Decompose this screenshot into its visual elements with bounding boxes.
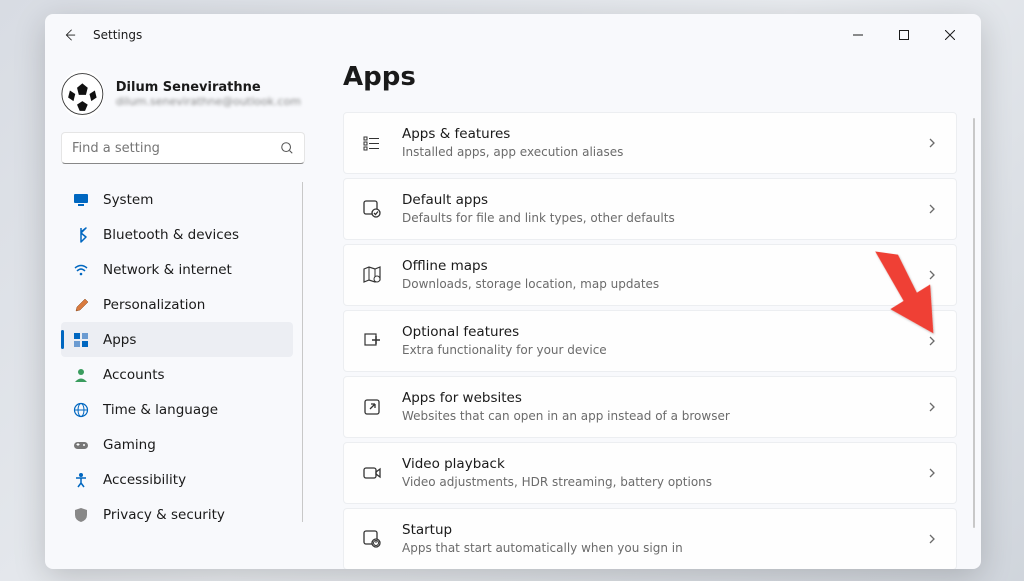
avatar-soccer-icon (61, 70, 104, 118)
settings-card-apps-for-websites[interactable]: Apps for websitesWebsites that can open … (343, 376, 957, 438)
globe-icon (73, 402, 89, 418)
settings-card-startup[interactable]: StartupApps that start automatically whe… (343, 508, 957, 569)
minimize-button[interactable] (835, 19, 881, 51)
default-app-icon (362, 199, 382, 219)
sidebar-item-label: Gaming (103, 437, 156, 453)
sidebar-item-bluetooth-devices[interactable]: Bluetooth & devices (61, 217, 293, 252)
search-box[interactable] (61, 132, 305, 164)
sidebar-item-system[interactable]: System (61, 182, 293, 217)
map-icon (362, 265, 382, 285)
settings-cards-list: Apps & featuresInstalled apps, app execu… (343, 112, 957, 569)
maximize-icon (899, 30, 909, 40)
chevron-right-icon (926, 266, 938, 285)
chevron-right-icon (926, 200, 938, 219)
accessibility-icon (73, 472, 89, 488)
card-title: Startup (402, 521, 906, 540)
wifi-icon (73, 262, 89, 278)
sidebar-item-label: Apps (103, 332, 136, 348)
minimize-icon (853, 30, 863, 40)
close-icon (945, 30, 955, 40)
sidebar-item-accessibility[interactable]: Accessibility (61, 462, 293, 497)
video-icon (362, 463, 382, 483)
profile-name: Dilum Senevirathne (116, 80, 301, 95)
sidebar-item-label: System (103, 192, 153, 208)
card-subtitle: Installed apps, app execution aliases (402, 144, 906, 161)
window-controls (835, 19, 973, 51)
sidebar-item-privacy-security[interactable]: Privacy & security (61, 497, 293, 532)
sidebar-item-time-language[interactable]: Time & language (61, 392, 293, 427)
sidebar: Dilum Senevirathne dilum.senevirathne@ou… (45, 56, 317, 569)
close-button[interactable] (927, 19, 973, 51)
sidebar-item-label: Bluetooth & devices (103, 227, 239, 243)
sidebar-item-accounts[interactable]: Accounts (61, 357, 293, 392)
person-icon (73, 367, 89, 383)
back-button[interactable] (53, 19, 85, 51)
sidebar-item-label: Accounts (103, 367, 165, 383)
sidebar-item-label: Network & internet (103, 262, 232, 278)
avatar (61, 70, 104, 118)
sidebar-scrollbar[interactable] (302, 182, 303, 522)
settings-card-video-playback[interactable]: Video playbackVideo adjustments, HDR str… (343, 442, 957, 504)
search-icon (280, 141, 294, 155)
card-subtitle: Defaults for file and link types, other … (402, 210, 906, 227)
settings-card-offline-maps[interactable]: Offline mapsDownloads, storage location,… (343, 244, 957, 306)
titlebar: Settings (45, 14, 981, 56)
main-scrollbar[interactable] (973, 118, 975, 528)
chevron-right-icon (926, 464, 938, 483)
card-subtitle: Websites that can open in an app instead… (402, 408, 906, 425)
profile-email: dilum.senevirathne@outlook.com (116, 95, 301, 108)
card-title: Offline maps (402, 257, 906, 276)
card-subtitle: Downloads, storage location, map updates (402, 276, 906, 293)
sidebar-item-label: Privacy & security (103, 507, 225, 523)
settings-card-default-apps[interactable]: Default appsDefaults for file and link t… (343, 178, 957, 240)
chevron-right-icon (926, 332, 938, 351)
brush-icon (73, 297, 89, 313)
monitor-icon (73, 192, 89, 208)
sidebar-item-apps[interactable]: Apps (61, 322, 293, 357)
chevron-right-icon (926, 134, 938, 153)
card-subtitle: Video adjustments, HDR streaming, batter… (402, 474, 906, 491)
card-title: Optional features (402, 323, 906, 342)
card-title: Default apps (402, 191, 906, 210)
chevron-right-icon (926, 530, 938, 549)
page-title: Apps (343, 62, 957, 92)
shield-icon (73, 507, 89, 523)
card-subtitle: Extra functionality for your device (402, 342, 906, 359)
main-content: Apps Apps & featuresInstalled apps, app … (317, 56, 981, 569)
settings-window: Settings Dilum Senevirathn (45, 14, 981, 569)
settings-card-optional-features[interactable]: Optional featuresExtra functionality for… (343, 310, 957, 372)
list-icon (362, 133, 382, 153)
sidebar-item-label: Personalization (103, 297, 205, 313)
window-title: Settings (93, 28, 142, 42)
plus-tile-icon (362, 331, 382, 351)
card-title: Apps for websites (402, 389, 906, 408)
sidebar-item-network-internet[interactable]: Network & internet (61, 252, 293, 287)
maximize-button[interactable] (881, 19, 927, 51)
search-input[interactable] (72, 141, 280, 156)
card-subtitle: Apps that start automatically when you s… (402, 540, 906, 557)
apps-icon (73, 332, 89, 348)
card-title: Video playback (402, 455, 906, 474)
card-title: Apps & features (402, 125, 906, 144)
settings-card-apps-features[interactable]: Apps & featuresInstalled apps, app execu… (343, 112, 957, 174)
gamepad-icon (73, 437, 89, 453)
sidebar-item-label: Time & language (103, 402, 218, 418)
sidebar-item-gaming[interactable]: Gaming (61, 427, 293, 462)
open-external-icon (362, 397, 382, 417)
chevron-right-icon (926, 398, 938, 417)
startup-icon (362, 529, 382, 549)
sidebar-item-personalization[interactable]: Personalization (61, 287, 293, 322)
bluetooth-icon (73, 227, 89, 243)
profile-block[interactable]: Dilum Senevirathne dilum.senevirathne@ou… (61, 64, 305, 132)
back-arrow-icon (62, 28, 76, 42)
nav: System Bluetooth & devices Network & inter… (61, 182, 305, 569)
sidebar-item-label: Accessibility (103, 472, 186, 488)
